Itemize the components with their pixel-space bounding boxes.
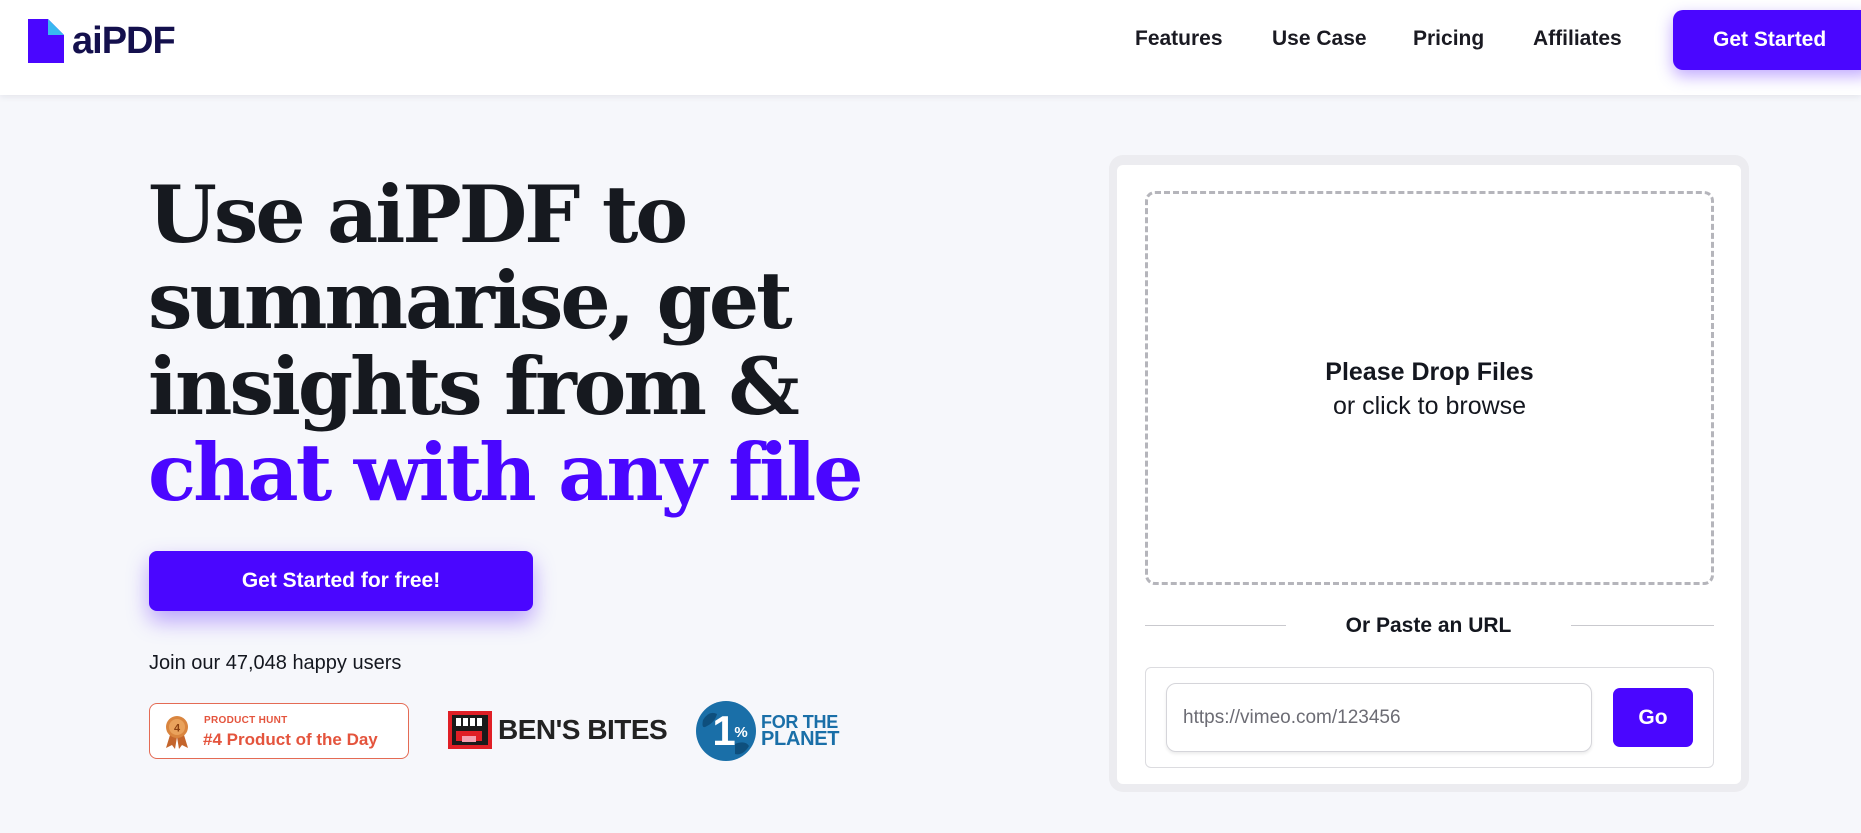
get-started-button[interactable]: Get Started bbox=[1673, 10, 1861, 70]
divider-left bbox=[1145, 625, 1286, 626]
hero-title-line: insights from & bbox=[148, 340, 800, 433]
producthunt-label: PRODUCT HUNT bbox=[204, 715, 288, 726]
file-dropzone[interactable]: Please Drop Files or click to browse bbox=[1145, 191, 1714, 585]
nav-features[interactable]: Features bbox=[1135, 27, 1223, 51]
hero-title-line: summarise, get bbox=[148, 254, 793, 347]
site-header: aiPDF Features Use Case Pricing Affiliat… bbox=[0, 0, 1861, 95]
bens-bites-icon bbox=[448, 711, 492, 749]
one-numeral: 1 bbox=[712, 707, 735, 754]
planet-text-line2: PLANET bbox=[761, 728, 840, 750]
hero-title-line: Use aiPDF to bbox=[148, 168, 688, 261]
drop-subtitle: or click to browse bbox=[1332, 392, 1527, 420]
bens-bites-logo[interactable]: BEN'S BITES bbox=[448, 710, 668, 750]
medal-number: 4 bbox=[174, 723, 181, 735]
hero-title: Use aiPDF to summarise, get insights fro… bbox=[148, 172, 948, 516]
one-percent-planet-logo[interactable]: 1 % FOR THE PLANET bbox=[695, 699, 840, 763]
paste-url-label: Or Paste an URL bbox=[1345, 614, 1512, 637]
medal-icon: 4 bbox=[166, 716, 188, 749]
percent-sign: % bbox=[734, 724, 747, 741]
document-icon bbox=[28, 19, 64, 63]
producthunt-rank: #4 Product of the Day bbox=[203, 730, 378, 749]
nav-use-case[interactable]: Use Case bbox=[1272, 27, 1367, 51]
divider-right bbox=[1571, 625, 1714, 626]
get-started-free-button[interactable]: Get Started for free! bbox=[149, 551, 533, 611]
go-button[interactable]: Go bbox=[1613, 688, 1693, 747]
url-input[interactable] bbox=[1166, 683, 1592, 752]
drop-title: Please Drop Files bbox=[1325, 358, 1534, 386]
producthunt-badge[interactable]: 4 PRODUCT HUNT #4 Product of the Day bbox=[149, 703, 409, 759]
planet-text: FOR THE PLANET bbox=[761, 713, 840, 750]
nav-pricing[interactable]: Pricing bbox=[1413, 27, 1484, 51]
globe-icon: 1 % bbox=[696, 701, 756, 761]
logo[interactable]: aiPDF bbox=[28, 18, 176, 64]
join-users-text: Join our 47,048 happy users bbox=[149, 652, 402, 674]
logo-text: aiPDF bbox=[72, 19, 176, 62]
nav-affiliates[interactable]: Affiliates bbox=[1533, 27, 1622, 51]
bens-bites-text: BEN'S BITES bbox=[498, 714, 668, 745]
hero-title-accent: chat with any file bbox=[148, 426, 863, 519]
